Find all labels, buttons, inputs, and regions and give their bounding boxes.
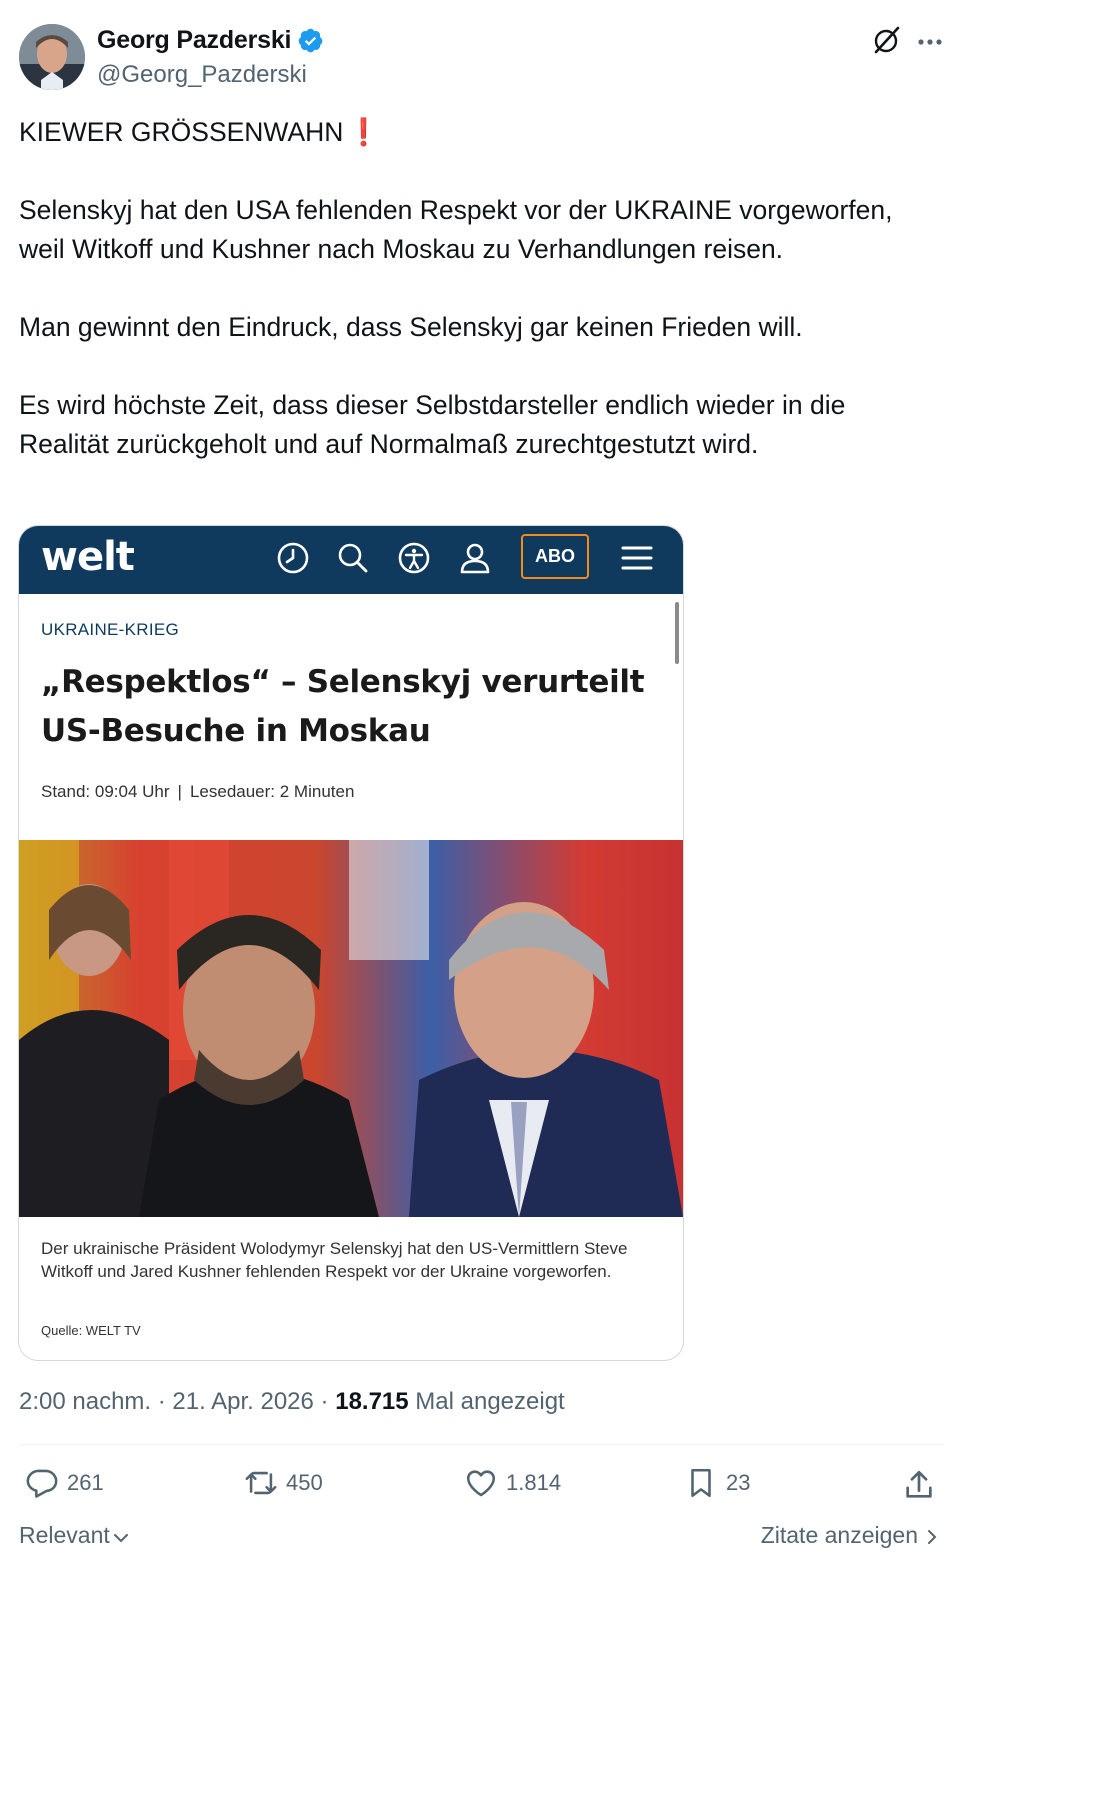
repost-count: 450	[286, 1470, 323, 1495]
heart-icon	[466, 1470, 496, 1497]
menu-icon	[621, 546, 653, 570]
tweet-text: KIEWER GRÖSSENWAHN ❗ Selenskyj hat den US…	[19, 113, 939, 464]
repost-icon	[245, 1471, 277, 1495]
article-meta: Stand: 09:04 Uhr | Lesedauer: 2 Minuten	[41, 782, 355, 801]
article-caption: Der ukrainische Präsident Wolodymyr Sele…	[41, 1239, 628, 1281]
views-count: 18.715	[335, 1388, 409, 1415]
author-name[interactable]: Georg Pazderski	[97, 26, 292, 55]
view-quotes-link[interactable]: Zitate anzeigen	[761, 1522, 940, 1549]
search-icon	[338, 543, 368, 573]
accessibility-icon	[398, 542, 430, 574]
sort-replies-dropdown[interactable]: Relevant	[19, 1522, 130, 1549]
article-kicker: UKRAINE-KRIEG	[41, 620, 180, 639]
like-count: 1.814	[506, 1470, 562, 1495]
tweet-timestamp: 2:00 nachm. · 21. Apr. 2026 · 18.715 Mal…	[19, 1388, 565, 1415]
article-photo	[19, 840, 683, 1217]
reply-button[interactable]: 261	[25, 1466, 104, 1500]
divider	[19, 1444, 943, 1445]
avatar[interactable]	[19, 24, 85, 90]
article-credit: Quelle: WELT TV	[41, 1323, 141, 1338]
article-headline: „Respektlos“ – Selenskyj verurteilt US-B…	[41, 664, 645, 749]
welt-header-bar: welt ABO	[19, 526, 683, 594]
like-button[interactable]: 1.814	[464, 1466, 561, 1500]
sort-label: Relevant	[19, 1522, 110, 1548]
grok-icon[interactable]	[870, 24, 902, 56]
welt-logo: welt	[41, 534, 135, 580]
reply-icon	[26, 1469, 58, 1498]
tweet-paragraph: Man gewinnt den Eindruck, dass Selenskyj…	[19, 312, 803, 342]
article-reading-time: Lesedauer: 2 Minuten	[189, 782, 355, 801]
account-icon	[460, 543, 490, 574]
abo-button: ABO	[521, 534, 589, 579]
share-icon[interactable]	[902, 1468, 936, 1502]
author-block: Georg Pazderski @Georg_Pazderski	[97, 26, 324, 89]
tweet-date[interactable]: 21. Apr. 2026	[172, 1388, 313, 1415]
tweet-time[interactable]: 2:00 nachm.	[19, 1388, 151, 1415]
article-scrollbar	[675, 602, 679, 664]
bookmark-button[interactable]: 23	[684, 1466, 750, 1500]
quotes-label: Zitate anzeigen	[760, 1522, 918, 1548]
chevron-right-icon	[928, 1530, 937, 1544]
article-stand: Stand: 09:04 Uhr	[41, 782, 170, 801]
attached-image[interactable]: welt ABO UKRAINE-KRIEG „Respektlos“ – Se…	[18, 525, 684, 1361]
reply-count: 261	[67, 1470, 104, 1495]
more-options-icon[interactable]	[916, 28, 944, 56]
tweet-paragraph: Es wird höchste Zeit, dass dieser Selbst…	[19, 390, 846, 459]
views-label: Mal angezeigt	[415, 1388, 565, 1415]
verified-badge-icon	[298, 28, 323, 53]
chevron-down-icon	[113, 1533, 128, 1542]
bookmark-count: 23	[726, 1470, 751, 1495]
clock-icon	[277, 542, 309, 574]
author-handle[interactable]: @Georg_Pazderski	[97, 61, 324, 89]
tweet-title-line: KIEWER GRÖSSENWAHN ❗	[19, 113, 939, 152]
bookmark-icon	[691, 1468, 711, 1498]
exclamation-emoji: ❗	[347, 117, 381, 147]
repost-button[interactable]: 450	[244, 1466, 323, 1500]
tweet-paragraph: Selenskyj hat den USA fehlenden Respekt …	[19, 195, 893, 264]
